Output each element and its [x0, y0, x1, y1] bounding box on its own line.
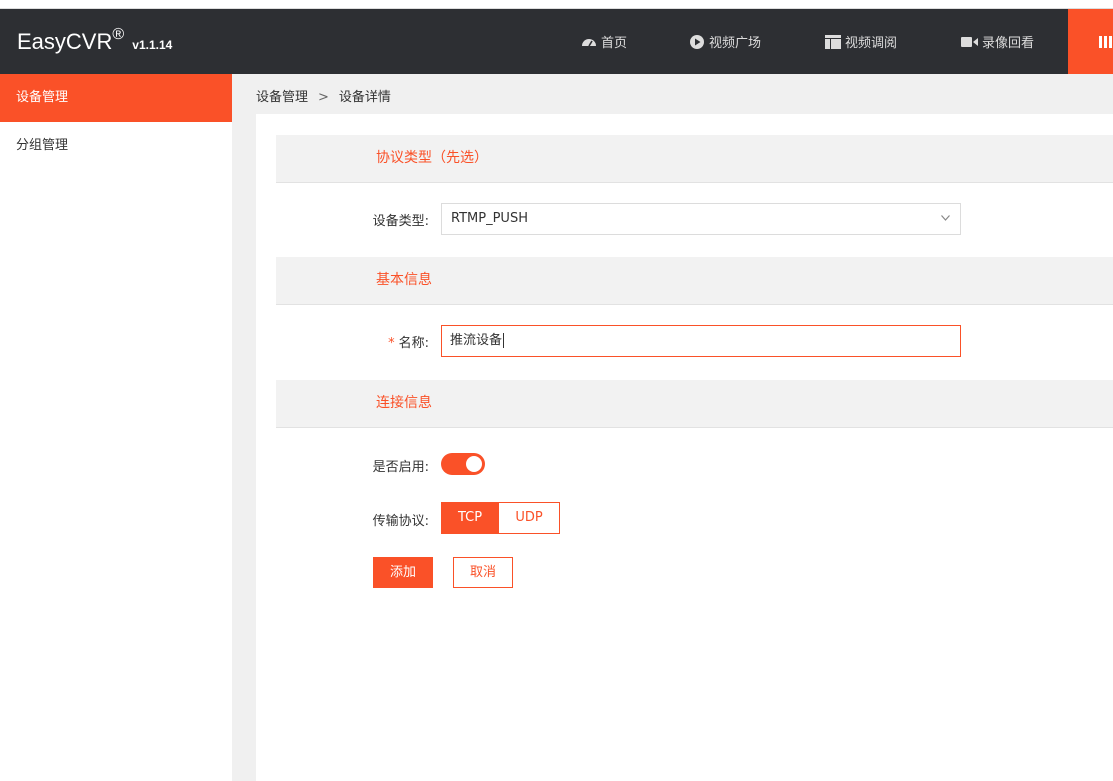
- dashboard-icon: [582, 38, 596, 46]
- sidebar-item-device-management[interactable]: 设备管理: [0, 74, 232, 122]
- video-camera-icon: [961, 36, 978, 47]
- app-logo[interactable]: EasyCVR® v1.1.14: [17, 26, 173, 55]
- section-title-basic-info: 基本信息: [376, 272, 432, 288]
- breadcrumb-current: 设备详情: [338, 90, 391, 105]
- section-protocol: 协议类型（先选）: [276, 135, 1113, 183]
- chevron-down-icon: [941, 215, 950, 221]
- device-type-value: RTMP_PUSH: [451, 211, 528, 226]
- section-connection: 连接信息: [276, 380, 1113, 428]
- name-label: * 名称:: [388, 336, 429, 351]
- top-navbar: EasyCVR® v1.1.14 首页 视频广场 视频调阅 录像回看: [0, 9, 1113, 74]
- nav-item-home[interactable]: 首页: [581, 9, 627, 74]
- section-title-protocol: 协议类型（先选）: [376, 150, 488, 166]
- breadcrumb-root[interactable]: 设备管理: [256, 90, 308, 105]
- sidebar-item-group-management[interactable]: 分组管理: [0, 122, 232, 170]
- device-type-select[interactable]: RTMP_PUSH: [441, 203, 961, 235]
- section-title-connection: 连接信息: [376, 395, 432, 411]
- device-type-label: 设备类型:: [372, 214, 429, 229]
- enable-toggle[interactable]: [441, 453, 485, 475]
- section-basic-info: 基本信息: [276, 257, 1113, 305]
- layout-icon: [825, 34, 841, 49]
- transport-label: 传输协议:: [372, 514, 429, 529]
- name-input-value: 推流设备: [450, 333, 503, 348]
- browser-strip: [0, 0, 1113, 9]
- nav-item-active-accent[interactable]: [1068, 9, 1113, 74]
- play-circle-icon: [690, 34, 704, 49]
- add-button[interactable]: 添加: [373, 557, 433, 588]
- transport-tcp-button[interactable]: TCP: [441, 502, 499, 534]
- breadcrumb: 设备管理 > 设备详情: [256, 86, 391, 105]
- sidebar: 设备管理 分组管理: [0, 74, 232, 781]
- transport-udp-button[interactable]: UDP: [499, 502, 560, 534]
- nav-item-video-view[interactable]: 视频调阅: [825, 9, 897, 74]
- enable-label: 是否启用:: [372, 460, 429, 475]
- breadcrumb-separator: >: [318, 90, 329, 105]
- name-input[interactable]: 推流设备: [441, 325, 961, 357]
- text-cursor: [503, 333, 505, 348]
- app-version: v1.1.14: [132, 38, 173, 52]
- columns-icon: [1099, 36, 1113, 48]
- nav-item-playback[interactable]: 录像回看: [961, 9, 1034, 74]
- toggle-knob: [466, 456, 482, 472]
- required-mark: *: [388, 336, 395, 351]
- nav-item-video-square[interactable]: 视频广场: [689, 9, 761, 74]
- cancel-button[interactable]: 取消: [453, 557, 513, 588]
- transport-radio-group: TCP UDP: [441, 502, 560, 534]
